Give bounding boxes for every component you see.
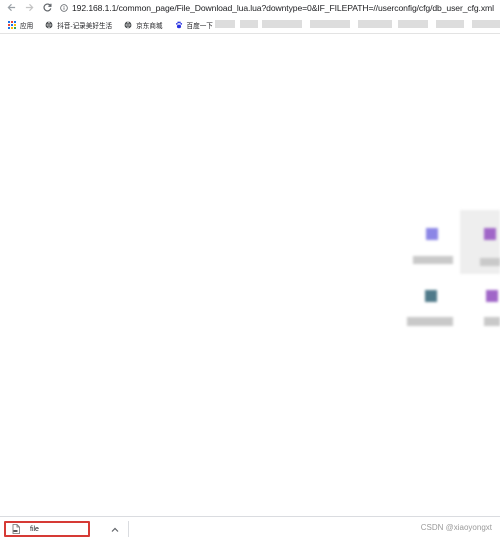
chevron-up-icon xyxy=(111,527,119,532)
redacted-bookmark xyxy=(436,20,464,28)
globe-icon xyxy=(45,20,53,29)
download-item[interactable]: file xyxy=(4,521,90,537)
bookmark-jd[interactable]: 京东商城 xyxy=(124,20,163,30)
bookmark-douyin[interactable]: 抖音-记录美好生活 xyxy=(45,20,112,30)
bookmark-label: 百度一下 xyxy=(186,22,213,30)
bookmark-label: 应用 xyxy=(20,22,34,30)
redacted-bookmark xyxy=(358,20,392,28)
redacted-bookmark xyxy=(215,20,235,28)
url-text[interactable]: 192.168.1.1/common_page/File_Download_lu… xyxy=(72,3,494,13)
redacted-bookmark xyxy=(262,20,302,28)
desktop-icon[interactable] xyxy=(410,222,456,272)
redacted-bookmark xyxy=(310,20,350,28)
download-options-button[interactable] xyxy=(110,525,120,535)
desktop-icon[interactable] xyxy=(405,285,455,330)
globe-icon xyxy=(124,20,132,29)
download-shelf: file CSDN @xiaoyongxt xyxy=(0,516,500,539)
bookmark-baidu[interactable]: 百度一下 xyxy=(175,20,213,30)
redacted-bookmark xyxy=(240,20,258,28)
forward-button[interactable] xyxy=(20,0,38,15)
arrow-right-icon xyxy=(25,3,33,12)
arrow-left-icon xyxy=(7,3,15,12)
watermark-text: CSDN @xiaoyongxt xyxy=(420,523,492,532)
download-filename: file xyxy=(30,525,39,533)
shelf-divider xyxy=(128,521,129,537)
desktop-icon[interactable] xyxy=(460,210,500,276)
browser-window: 192.168.1.1/common_page/File_Download_lu… xyxy=(0,0,500,539)
bookmark-apps[interactable]: 应用 xyxy=(0,20,33,30)
file-icon xyxy=(12,524,20,534)
redacted-bookmark xyxy=(398,20,428,28)
apps-grid-icon xyxy=(8,20,16,29)
reload-button[interactable] xyxy=(38,0,56,15)
reload-icon xyxy=(42,3,52,12)
site-info-icon[interactable] xyxy=(58,0,70,15)
address-bar: 192.168.1.1/common_page/File_Download_lu… xyxy=(0,0,500,15)
back-button[interactable] xyxy=(2,0,20,15)
redacted-bookmark xyxy=(472,20,500,28)
bookmark-label: 抖音-记录美好生活 xyxy=(57,22,113,30)
desktop-icon[interactable] xyxy=(480,285,500,330)
baidu-paw-icon xyxy=(175,21,183,29)
bookmark-label: 京东商城 xyxy=(136,22,163,30)
